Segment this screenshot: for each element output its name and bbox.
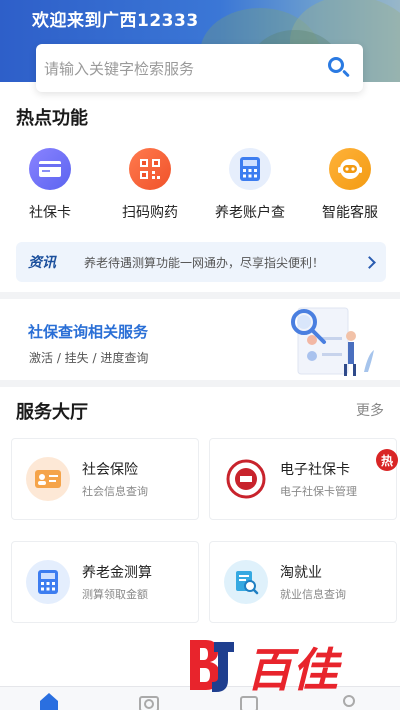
welcome-title: 欢迎来到广西12333 (32, 11, 199, 31)
hot-item-label: 养老账户查 (215, 205, 285, 221)
search-input[interactable]: 请输入关键字检索服务 (44, 58, 327, 79)
card-title: 淘就业 (280, 565, 322, 581)
service-card-job-search[interactable]: 淘就业 就业信息查询 (209, 541, 397, 623)
hot-item-smart-service[interactable]: 智能客服 (308, 148, 392, 222)
card-subtitle: 测算领取金额 (82, 588, 148, 601)
more-link[interactable]: 更多 (356, 400, 384, 420)
hot-item-label: 社保卡 (29, 205, 71, 221)
watermark-text: 百佳 (246, 643, 343, 697)
calculator-icon (26, 560, 70, 604)
card-subtitle: 社会信息查询 (82, 485, 148, 498)
qr-code-icon (129, 148, 171, 190)
robot-icon (329, 148, 371, 190)
banner-title[interactable]: 社保查询相关服务 (28, 321, 148, 342)
card-subtitle: 就业信息查询 (280, 588, 346, 601)
service-hall-title: 服务大厅 (16, 402, 88, 423)
hot-item-label: 智能客服 (322, 205, 378, 221)
news-ticker[interactable]: 资讯 养老待遇测算功能一网通办，尽享指尖便利！ (16, 242, 386, 282)
hot-item-label: 扫码购药 (122, 205, 178, 221)
news-text[interactable]: 养老待遇测算功能一网通办，尽享指尖便利！ (84, 254, 365, 271)
card-subtitle: 电子社保卡管理 (280, 485, 357, 498)
banner-subtitle: 激活 / 挂失 / 进度查询 (29, 351, 149, 365)
id-card-icon (26, 457, 70, 501)
card-title: 养老金测算 (82, 565, 152, 581)
section-divider (0, 380, 400, 387)
service-card-social-insurance[interactable]: 社会保险 社会信息查询 (11, 438, 199, 520)
baijia-watermark-logo: 百佳 (190, 640, 343, 697)
card-icon (29, 148, 71, 190)
document-search-illustration (291, 307, 374, 376)
search-icon[interactable] (327, 56, 351, 80)
social-security-seal-icon (224, 457, 268, 501)
card-title: 电子社保卡 (280, 462, 350, 478)
news-tag: 资讯 (28, 255, 56, 271)
hot-item-pension-account[interactable]: 养老账户查 (208, 148, 292, 222)
chevron-right-icon[interactable] (363, 255, 376, 269)
service-card-pension-calc[interactable]: 养老金测算 测算领取金额 (11, 541, 199, 623)
section-divider (0, 292, 400, 299)
hot-badge: 热 (376, 449, 398, 471)
document-search-icon (224, 560, 268, 604)
hot-item-social-card[interactable]: 社保卡 (8, 148, 92, 222)
hot-functions-title: 热点功能 (16, 108, 88, 129)
service-card-e-social-card[interactable]: 电子社保卡 电子社保卡管理 热 (209, 438, 398, 520)
calculator-icon (229, 148, 271, 190)
card-title: 社会保险 (82, 462, 138, 478)
search-bar[interactable]: 请输入关键字检索服务 (36, 44, 363, 92)
home-icon[interactable] (38, 691, 60, 710)
camera-icon[interactable] (138, 691, 160, 710)
hot-item-scan-medicine[interactable]: 扫码购药 (108, 148, 192, 222)
